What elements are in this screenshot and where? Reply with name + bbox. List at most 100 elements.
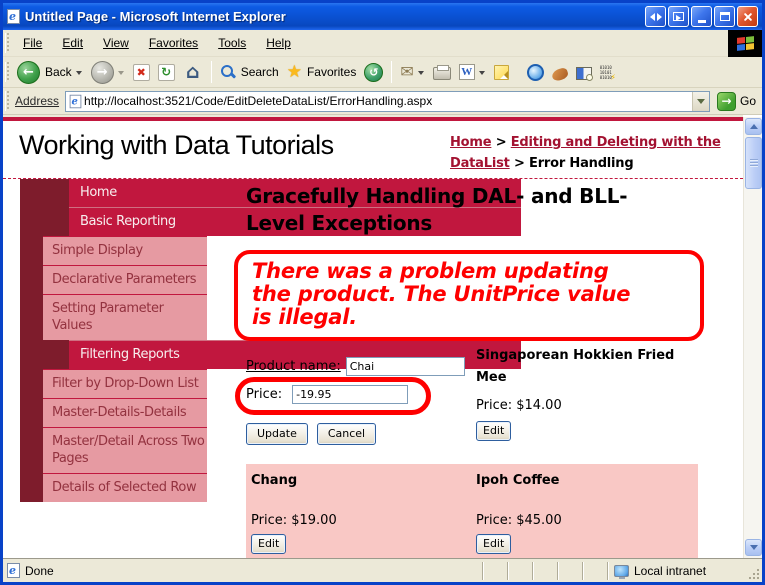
resize-grip[interactable] [745,560,762,582]
maximize-button[interactable] [714,6,735,27]
sidebar-item-declarative-parameters[interactable]: Declarative Parameters [43,265,207,294]
windows-flag-icon [736,35,754,51]
research-button[interactable] [572,63,596,82]
toolbar-separator [391,61,393,83]
toolbar-grip[interactable] [5,62,10,82]
back-label: Back [45,65,72,79]
home-icon [183,64,203,81]
favorites-button[interactable]: Favorites [283,62,361,83]
print-icon [432,65,451,80]
mail-dropdown[interactable] [417,70,424,78]
menu-tools[interactable]: Tools [208,32,256,54]
history-icon [364,62,384,82]
price-field[interactable] [292,385,409,404]
favorites-label: Favorites [306,65,357,79]
stop-button[interactable] [129,62,154,83]
edit-button[interactable]: Edit [476,421,512,441]
status-panel [482,561,507,580]
status-panel [507,561,532,580]
breadcrumb-separator: > [491,135,511,150]
home-button[interactable] [179,62,207,83]
menu-view[interactable]: View [93,32,139,54]
breadcrumb-home-link[interactable]: Home [450,135,492,150]
forward-dropdown[interactable] [117,70,124,78]
print-button[interactable] [429,62,455,82]
standard-toolbar: Back Search Favorites [3,57,762,88]
addressbar-grip[interactable] [5,91,10,111]
sidebar-item-details-of-selected-row[interactable]: Details of Selected Row [43,473,207,502]
fox-icon [550,66,570,82]
status-section: Done [7,563,482,578]
edit-button[interactable]: Edit [251,534,287,554]
pan-arrows-button[interactable] [645,6,666,27]
search-icon [220,64,236,80]
windows-logo [728,29,762,57]
messenger-button[interactable] [523,62,548,83]
title-bar[interactable]: Untitled Page - Microsoft Internet Explo… [3,3,762,30]
error-annotation-box: There was a problem updating the product… [234,250,704,341]
address-label: Address [15,94,60,108]
forward-button[interactable] [87,59,129,86]
edit-button[interactable]: Edit [476,534,512,554]
menu-help[interactable]: Help [256,32,301,54]
favorites-star-icon [287,64,302,81]
datalist-alt-row: Chang Price: $19.00 Edit Ipoh Coffee Pri… [246,464,698,558]
vertical-scrollbar[interactable] [743,117,762,558]
cancel-button[interactable]: Cancel [316,423,377,445]
product-card: Chang Price: $19.00 Edit [246,470,476,554]
scroll-down-button[interactable] [745,539,762,556]
status-text: Done [25,563,54,578]
update-button[interactable]: Update [246,423,308,445]
menubar-grip[interactable] [5,33,10,53]
menu-file[interactable]: File [13,32,52,54]
product-card: Singaporean Hokkien Fried Mee Price: $14… [476,345,698,445]
address-dropdown-button[interactable] [691,91,709,111]
sidebar-item-master-details-details[interactable]: Master-Details-Details [43,398,207,427]
binary-tool-button[interactable] [596,63,619,82]
address-input[interactable] [82,94,692,108]
search-button[interactable]: Search [216,62,283,82]
mail-button[interactable] [396,62,428,82]
product-name: Chang [251,473,298,488]
sidebar-item-setting-parameter-values[interactable]: Setting Parameter Values [43,294,207,340]
back-button[interactable]: Back [13,59,87,86]
breadcrumb: Home > Editing and Deleting with the Dat… [450,132,742,174]
scroll-up-button[interactable] [745,118,762,135]
go-button[interactable]: Go [716,91,756,111]
status-panel [582,561,607,580]
browser-window: Untitled Page - Microsoft Internet Explo… [0,0,765,585]
back-dropdown[interactable] [75,70,82,78]
edit-with-word-button[interactable] [455,62,490,82]
history-button[interactable] [360,61,387,84]
form-buttons: Update Cancel [246,423,476,445]
menu-bar: File Edit View Favorites Tools Help [3,29,762,57]
menu-favorites[interactable]: Favorites [139,32,208,54]
word-icon [458,64,475,80]
sidebar-item-simple-display[interactable]: Simple Display [43,236,207,265]
product-name-field[interactable] [345,357,465,376]
address-bar: Address Go [3,88,762,115]
logitech-button[interactable] [548,63,572,82]
go-label: Go [739,94,756,108]
product-card: Ipoh Coffee Price: $45.00 Edit [476,470,692,554]
book-icon [575,66,593,81]
close-button[interactable] [737,6,758,27]
popout-button[interactable] [668,6,689,27]
refresh-button[interactable] [154,62,179,83]
note-icon [493,64,509,80]
refresh-icon [157,63,175,81]
product-price: Price: $19.00 [251,513,337,528]
status-page-icon [7,563,20,578]
discuss-button[interactable] [490,63,513,82]
sidebar-navigation: Home Basic Reporting Simple Display Decl… [20,179,521,502]
sidebar-item-master-detail-two-pages[interactable]: Master/Detail Across Two Pages [43,427,207,473]
word-dropdown[interactable] [478,70,485,78]
sidebar-item-filter-by-dropdown-list[interactable]: Filter by Drop-Down List [43,369,207,398]
minimize-button[interactable] [691,6,712,27]
scrollbar-thumb[interactable] [745,137,762,189]
main-column: Gracefully Handling DAL- and BLL-Level E… [234,179,704,558]
error-message: There was a problem updating the product… [252,259,631,329]
menu-edit[interactable]: Edit [52,32,93,54]
product-name-label: Product name: [246,359,341,374]
page-favicon [69,94,82,108]
